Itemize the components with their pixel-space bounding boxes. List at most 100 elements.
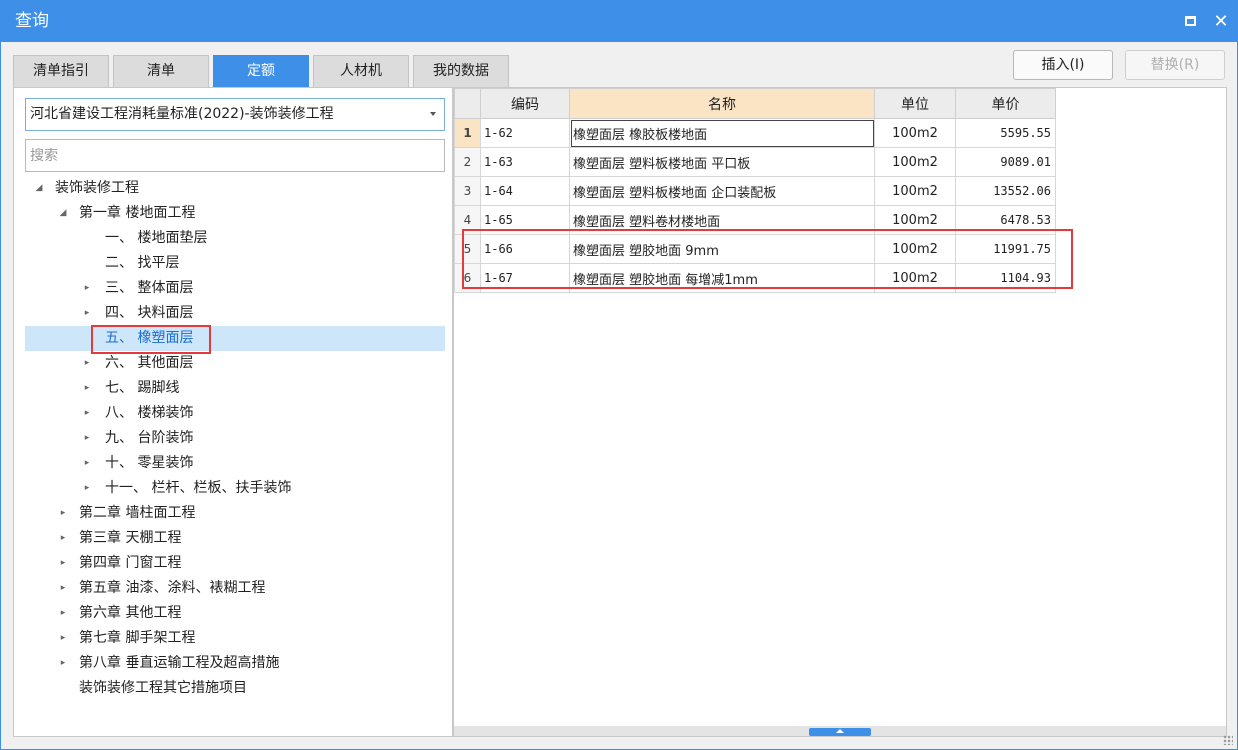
tab-bill-guide[interactable]: 清单指引 [13, 55, 109, 87]
row-index[interactable]: 2 [454, 147, 481, 177]
collapsed-arrow-icon[interactable]: ▸ [81, 351, 93, 376]
collapsed-arrow-icon[interactable]: ▸ [81, 401, 93, 426]
tree-item[interactable]: ▸ 第七章 脚手架工程 [25, 626, 445, 651]
collapsed-arrow-icon[interactable]: ▸ [81, 451, 93, 476]
title-bar[interactable]: 查询 ✕ [1, 1, 1237, 42]
tree-item[interactable]: ▸ 第二章 墙柱面工程 [25, 501, 445, 526]
dialog-title: 查询 [15, 11, 49, 31]
standard-select-value: 河北省建设工程消耗量标准(2022)-装饰装修工程 [30, 106, 334, 122]
header-price[interactable]: 单价 [955, 88, 1056, 119]
expanded-arrow-icon[interactable]: ◢ [33, 176, 45, 201]
right-panel: 编码 名称 单位 单价 1 1-62 橡塑面层 橡胶板楼地面 100m2 5595.55… [453, 87, 1227, 737]
tree-item[interactable]: ▸ 六、 其他面层 [25, 351, 445, 376]
cell-price[interactable]: 9089.01 [955, 147, 1056, 177]
collapsed-arrow-icon[interactable]: ▸ [81, 426, 93, 451]
table-row[interactable]: 1 1-62 橡塑面层 橡胶板楼地面 100m2 5595.55 [454, 118, 1056, 148]
tree-item[interactable]: 五、 橡塑面层 [25, 326, 445, 351]
tree-item[interactable]: 二、 找平层 [25, 251, 445, 276]
close-button[interactable]: ✕ [1210, 10, 1232, 32]
resize-grip-icon[interactable] [1223, 735, 1233, 745]
tree-item[interactable]: ▸ 第四章 门窗工程 [25, 551, 445, 576]
header-unit[interactable]: 单位 [874, 88, 956, 119]
tree-item[interactable]: ▸ 第五章 油漆、涂料、裱糊工程 [25, 576, 445, 601]
tree-item-label: 装饰装修工程 [55, 180, 139, 196]
tree-item[interactable]: ▸ 十、 零星装饰 [25, 451, 445, 476]
tab-quota[interactable]: 定额 [213, 55, 309, 87]
tab-labor-material-machine[interactable]: 人材机 [313, 55, 409, 87]
tree-item-label: 三、 整体面层 [105, 280, 194, 296]
tab-bill[interactable]: 清单 [113, 55, 209, 87]
cell-name[interactable]: 橡塑面层 塑料板楼地面 企口装配板 [569, 176, 875, 206]
collapsed-arrow-icon[interactable]: ▸ [57, 526, 69, 551]
cell-price[interactable]: 13552.06 [955, 176, 1056, 206]
replace-button[interactable]: 替换(R) [1125, 50, 1225, 80]
tree-item-label: 八、 楼梯装饰 [105, 405, 194, 421]
tree-item-label: 六、 其他面层 [105, 355, 194, 371]
collapsed-arrow-icon[interactable]: ▸ [81, 476, 93, 501]
collapsed-arrow-icon[interactable]: ▸ [57, 576, 69, 601]
tree-item-label: 第一章 楼地面工程 [79, 205, 196, 221]
tree-item-label: 第四章 门窗工程 [79, 555, 182, 571]
cell-name[interactable]: 橡塑面层 橡胶板楼地面 [569, 118, 875, 148]
tree-item[interactable]: ▸ 第六章 其他工程 [25, 601, 445, 626]
table-row[interactable]: 2 1-63 橡塑面层 塑料板楼地面 平口板 100m2 9089.01 [454, 147, 1056, 177]
expanded-arrow-icon[interactable]: ◢ [57, 201, 69, 226]
tree-item[interactable]: 一、 楼地面垫层 [25, 226, 445, 251]
cell-unit[interactable]: 100m2 [874, 176, 956, 206]
maximize-icon [1184, 16, 1196, 26]
cell-unit[interactable]: 100m2 [874, 147, 956, 177]
cell-name[interactable]: 橡塑面层 塑料板楼地面 平口板 [569, 147, 875, 177]
tree-item[interactable]: ▸ 十一、 栏杆、栏板、扶手装饰 [25, 476, 445, 501]
standard-select[interactable]: 河北省建设工程消耗量标准(2022)-装饰装修工程 [25, 98, 445, 131]
collapsed-arrow-icon[interactable]: ▸ [81, 276, 93, 301]
collapsed-arrow-icon[interactable]: ▸ [57, 551, 69, 576]
search-input[interactable] [25, 139, 445, 172]
maximize-button[interactable] [1179, 10, 1201, 32]
row-index[interactable]: 3 [454, 176, 481, 206]
tree-item-label: 九、 台阶装饰 [105, 430, 194, 446]
header-name[interactable]: 名称 [569, 88, 875, 119]
close-icon: ✕ [1213, 10, 1229, 32]
collapsed-arrow-icon[interactable]: ▸ [57, 501, 69, 526]
tree-item[interactable]: 装饰装修工程其它措施项目 [25, 676, 445, 701]
tree-item[interactable]: ▸ 三、 整体面层 [25, 276, 445, 301]
tree-item[interactable]: ▸ 九、 台阶装饰 [25, 426, 445, 451]
insert-button[interactable]: 插入(I) [1013, 50, 1113, 80]
tree-item[interactable]: ▸ 第三章 天棚工程 [25, 526, 445, 551]
tree-item-label: 四、 块料面层 [105, 305, 194, 321]
tree-item[interactable]: ▸ 七、 踢脚线 [25, 376, 445, 401]
tree-item-label: 十、 零星装饰 [105, 455, 194, 471]
horizontal-scrollbar[interactable] [454, 726, 1226, 736]
tree-item[interactable]: ▸ 八、 楼梯装饰 [25, 401, 445, 426]
cell-code[interactable]: 1-62 [480, 118, 570, 148]
scrollbar-thumb[interactable] [809, 728, 871, 736]
query-dialog: 查询 ✕ 清单指引 清单 定额 人材机 我的数据 插入(I) 替换(R) 河北省… [0, 0, 1238, 750]
chevron-down-icon [430, 112, 436, 116]
tree-item[interactable]: ◢ 第一章 楼地面工程 [25, 201, 445, 226]
annotation-box-rows [462, 229, 1073, 289]
tree-item-label: 二、 找平层 [105, 255, 180, 271]
collapsed-arrow-icon[interactable]: ▸ [57, 651, 69, 676]
cell-code[interactable]: 1-63 [480, 147, 570, 177]
tab-my-data[interactable]: 我的数据 [413, 55, 509, 87]
collapsed-arrow-icon[interactable]: ▸ [57, 601, 69, 626]
row-index[interactable]: 1 [454, 118, 481, 148]
chapter-tree: ◢ 装饰装修工程 ◢ 第一章 楼地面工程 一、 楼地面垫层 二、 找平层 ▸ 三、 整体面层 ▸… [25, 176, 445, 701]
tree-item-label: 第八章 垂直运输工程及超高措施 [79, 655, 280, 671]
tree-item[interactable]: ◢ 装饰装修工程 [25, 176, 445, 201]
collapsed-arrow-icon[interactable]: ▸ [81, 301, 93, 326]
header-index [454, 88, 481, 119]
collapsed-arrow-icon[interactable]: ▸ [57, 626, 69, 651]
collapsed-arrow-icon[interactable]: ▸ [81, 376, 93, 401]
table-row[interactable]: 3 1-64 橡塑面层 塑料板楼地面 企口装配板 100m2 13552.06 [454, 176, 1056, 206]
tree-item[interactable]: ▸ 第八章 垂直运输工程及超高措施 [25, 651, 445, 676]
tree-item[interactable]: ▸ 四、 块料面层 [25, 301, 445, 326]
tree-item-label: 装饰装修工程其它措施项目 [79, 680, 247, 696]
cell-unit[interactable]: 100m2 [874, 118, 956, 148]
cell-price[interactable]: 5595.55 [955, 118, 1056, 148]
left-panel: 河北省建设工程消耗量标准(2022)-装饰装修工程 ◢ 装饰装修工程 ◢ 第一章 楼地… [13, 87, 453, 737]
cell-code[interactable]: 1-64 [480, 176, 570, 206]
header-code[interactable]: 编码 [480, 88, 570, 119]
